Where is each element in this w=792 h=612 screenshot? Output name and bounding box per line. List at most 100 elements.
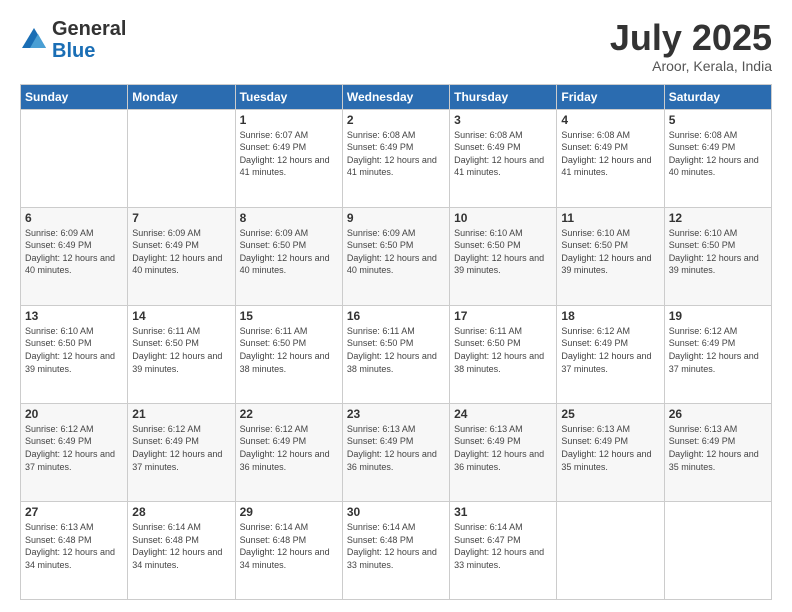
calendar-cell: 26 Sunrise: 6:13 AM Sunset: 6:49 PM Dayli… — [664, 403, 771, 501]
calendar-cell — [128, 109, 235, 207]
day-info: Sunrise: 6:12 AM Sunset: 6:49 PM Dayligh… — [561, 325, 659, 375]
calendar-cell: 12 Sunrise: 6:10 AM Sunset: 6:50 PM Dayli… — [664, 207, 771, 305]
day-info: Sunrise: 6:13 AM Sunset: 6:49 PM Dayligh… — [669, 423, 767, 473]
day-info: Sunrise: 6:09 AM Sunset: 6:50 PM Dayligh… — [240, 227, 338, 277]
col-wednesday: Wednesday — [342, 84, 449, 109]
day-number: 6 — [25, 211, 123, 225]
calendar-week-2: 13 Sunrise: 6:10 AM Sunset: 6:50 PM Dayli… — [21, 305, 772, 403]
day-number: 10 — [454, 211, 552, 225]
calendar-cell: 20 Sunrise: 6:12 AM Sunset: 6:49 PM Dayli… — [21, 403, 128, 501]
calendar-cell: 18 Sunrise: 6:12 AM Sunset: 6:49 PM Dayli… — [557, 305, 664, 403]
day-info: Sunrise: 6:10 AM Sunset: 6:50 PM Dayligh… — [25, 325, 123, 375]
col-friday: Friday — [557, 84, 664, 109]
day-number: 7 — [132, 211, 230, 225]
day-info: Sunrise: 6:14 AM Sunset: 6:47 PM Dayligh… — [454, 521, 552, 571]
title-month: July 2025 — [610, 18, 772, 58]
day-info: Sunrise: 6:14 AM Sunset: 6:48 PM Dayligh… — [240, 521, 338, 571]
calendar-cell: 21 Sunrise: 6:12 AM Sunset: 6:49 PM Dayli… — [128, 403, 235, 501]
day-info: Sunrise: 6:08 AM Sunset: 6:49 PM Dayligh… — [669, 129, 767, 179]
calendar-cell: 22 Sunrise: 6:12 AM Sunset: 6:49 PM Dayli… — [235, 403, 342, 501]
day-info: Sunrise: 6:08 AM Sunset: 6:49 PM Dayligh… — [347, 129, 445, 179]
calendar-cell: 8 Sunrise: 6:09 AM Sunset: 6:50 PM Daylig… — [235, 207, 342, 305]
day-number: 27 — [25, 505, 123, 519]
day-info: Sunrise: 6:10 AM Sunset: 6:50 PM Dayligh… — [669, 227, 767, 277]
day-info: Sunrise: 6:08 AM Sunset: 6:49 PM Dayligh… — [561, 129, 659, 179]
col-sunday: Sunday — [21, 84, 128, 109]
calendar-cell: 30 Sunrise: 6:14 AM Sunset: 6:48 PM Dayli… — [342, 501, 449, 599]
day-info: Sunrise: 6:13 AM Sunset: 6:49 PM Dayligh… — [347, 423, 445, 473]
calendar-cell: 3Sunrise: 6:08 AM Sunset: 6:49 PM Daylig… — [450, 109, 557, 207]
col-thursday: Thursday — [450, 84, 557, 109]
calendar-cell: 9Sunrise: 6:09 AM Sunset: 6:50 PM Daylig… — [342, 207, 449, 305]
calendar-cell: 16 Sunrise: 6:11 AM Sunset: 6:50 PM Dayli… — [342, 305, 449, 403]
calendar: Sunday Monday Tuesday Wednesday Thursday… — [20, 84, 772, 600]
day-number: 31 — [454, 505, 552, 519]
calendar-cell: 1Sunrise: 6:07 AM Sunset: 6:49 PM Daylig… — [235, 109, 342, 207]
day-info: Sunrise: 6:09 AM Sunset: 6:49 PM Dayligh… — [25, 227, 123, 277]
calendar-week-3: 20 Sunrise: 6:12 AM Sunset: 6:49 PM Dayli… — [21, 403, 772, 501]
calendar-cell: 15Sunrise: 6:11 AM Sunset: 6:50 PM Dayli… — [235, 305, 342, 403]
day-number: 1 — [240, 113, 338, 127]
day-info: Sunrise: 6:10 AM Sunset: 6:50 PM Dayligh… — [561, 227, 659, 277]
calendar-cell: 31 Sunrise: 6:14 AM Sunset: 6:47 PM Dayli… — [450, 501, 557, 599]
calendar-cell: 27 Sunrise: 6:13 AM Sunset: 6:48 PM Dayli… — [21, 501, 128, 599]
day-info: Sunrise: 6:10 AM Sunset: 6:50 PM Dayligh… — [454, 227, 552, 277]
day-info: Sunrise: 6:11 AM Sunset: 6:50 PM Dayligh… — [132, 325, 230, 375]
day-info: Sunrise: 6:13 AM Sunset: 6:48 PM Dayligh… — [25, 521, 123, 571]
day-info: Sunrise: 6:09 AM Sunset: 6:50 PM Dayligh… — [347, 227, 445, 277]
day-number: 19 — [669, 309, 767, 323]
day-number: 14 — [132, 309, 230, 323]
day-number: 3 — [454, 113, 552, 127]
calendar-cell — [557, 501, 664, 599]
day-number: 23 — [347, 407, 445, 421]
calendar-cell: 24Sunrise: 6:13 AM Sunset: 6:49 PM Dayli… — [450, 403, 557, 501]
day-info: Sunrise: 6:12 AM Sunset: 6:49 PM Dayligh… — [25, 423, 123, 473]
day-number: 5 — [669, 113, 767, 127]
logo-text: General Blue — [52, 18, 126, 62]
title-block: July 2025 Aroor, Kerala, India — [610, 18, 772, 74]
day-number: 8 — [240, 211, 338, 225]
calendar-cell: 11 Sunrise: 6:10 AM Sunset: 6:50 PM Dayli… — [557, 207, 664, 305]
day-number: 28 — [132, 505, 230, 519]
calendar-week-0: 1Sunrise: 6:07 AM Sunset: 6:49 PM Daylig… — [21, 109, 772, 207]
page: General Blue July 2025 Aroor, Kerala, In… — [0, 0, 792, 612]
calendar-cell: 2 Sunrise: 6:08 AM Sunset: 6:49 PM Daylig… — [342, 109, 449, 207]
calendar-cell: 17Sunrise: 6:11 AM Sunset: 6:50 PM Dayli… — [450, 305, 557, 403]
day-number: 26 — [669, 407, 767, 421]
day-number: 12 — [669, 211, 767, 225]
day-number: 20 — [25, 407, 123, 421]
logo-general: General — [52, 18, 126, 40]
calendar-cell: 13 Sunrise: 6:10 AM Sunset: 6:50 PM Dayli… — [21, 305, 128, 403]
calendar-cell — [21, 109, 128, 207]
calendar-week-4: 27 Sunrise: 6:13 AM Sunset: 6:48 PM Dayli… — [21, 501, 772, 599]
day-number: 16 — [347, 309, 445, 323]
day-number: 25 — [561, 407, 659, 421]
calendar-cell: 14 Sunrise: 6:11 AM Sunset: 6:50 PM Dayli… — [128, 305, 235, 403]
calendar-cell: 10 Sunrise: 6:10 AM Sunset: 6:50 PM Dayli… — [450, 207, 557, 305]
calendar-header-row: Sunday Monday Tuesday Wednesday Thursday… — [21, 84, 772, 109]
calendar-cell: 25 Sunrise: 6:13 AM Sunset: 6:49 PM Dayli… — [557, 403, 664, 501]
day-info: Sunrise: 6:14 AM Sunset: 6:48 PM Dayligh… — [347, 521, 445, 571]
title-location: Aroor, Kerala, India — [610, 58, 772, 74]
day-number: 22 — [240, 407, 338, 421]
day-info: Sunrise: 6:12 AM Sunset: 6:49 PM Dayligh… — [669, 325, 767, 375]
calendar-cell: 6 Sunrise: 6:09 AM Sunset: 6:49 PM Daylig… — [21, 207, 128, 305]
day-number: 11 — [561, 211, 659, 225]
day-number: 21 — [132, 407, 230, 421]
day-number: 15 — [240, 309, 338, 323]
day-info: Sunrise: 6:13 AM Sunset: 6:49 PM Dayligh… — [561, 423, 659, 473]
calendar-body: 1Sunrise: 6:07 AM Sunset: 6:49 PM Daylig… — [21, 109, 772, 599]
day-number: 24 — [454, 407, 552, 421]
day-info: Sunrise: 6:12 AM Sunset: 6:49 PM Dayligh… — [132, 423, 230, 473]
day-info: Sunrise: 6:12 AM Sunset: 6:49 PM Dayligh… — [240, 423, 338, 473]
day-info: Sunrise: 6:11 AM Sunset: 6:50 PM Dayligh… — [347, 325, 445, 375]
day-number: 4 — [561, 113, 659, 127]
day-number: 2 — [347, 113, 445, 127]
day-number: 13 — [25, 309, 123, 323]
calendar-cell: 5 Sunrise: 6:08 AM Sunset: 6:49 PM Daylig… — [664, 109, 771, 207]
day-number: 18 — [561, 309, 659, 323]
col-saturday: Saturday — [664, 84, 771, 109]
day-number: 30 — [347, 505, 445, 519]
day-info: Sunrise: 6:11 AM Sunset: 6:50 PM Dayligh… — [454, 325, 552, 375]
calendar-cell: 4 Sunrise: 6:08 AM Sunset: 6:49 PM Daylig… — [557, 109, 664, 207]
